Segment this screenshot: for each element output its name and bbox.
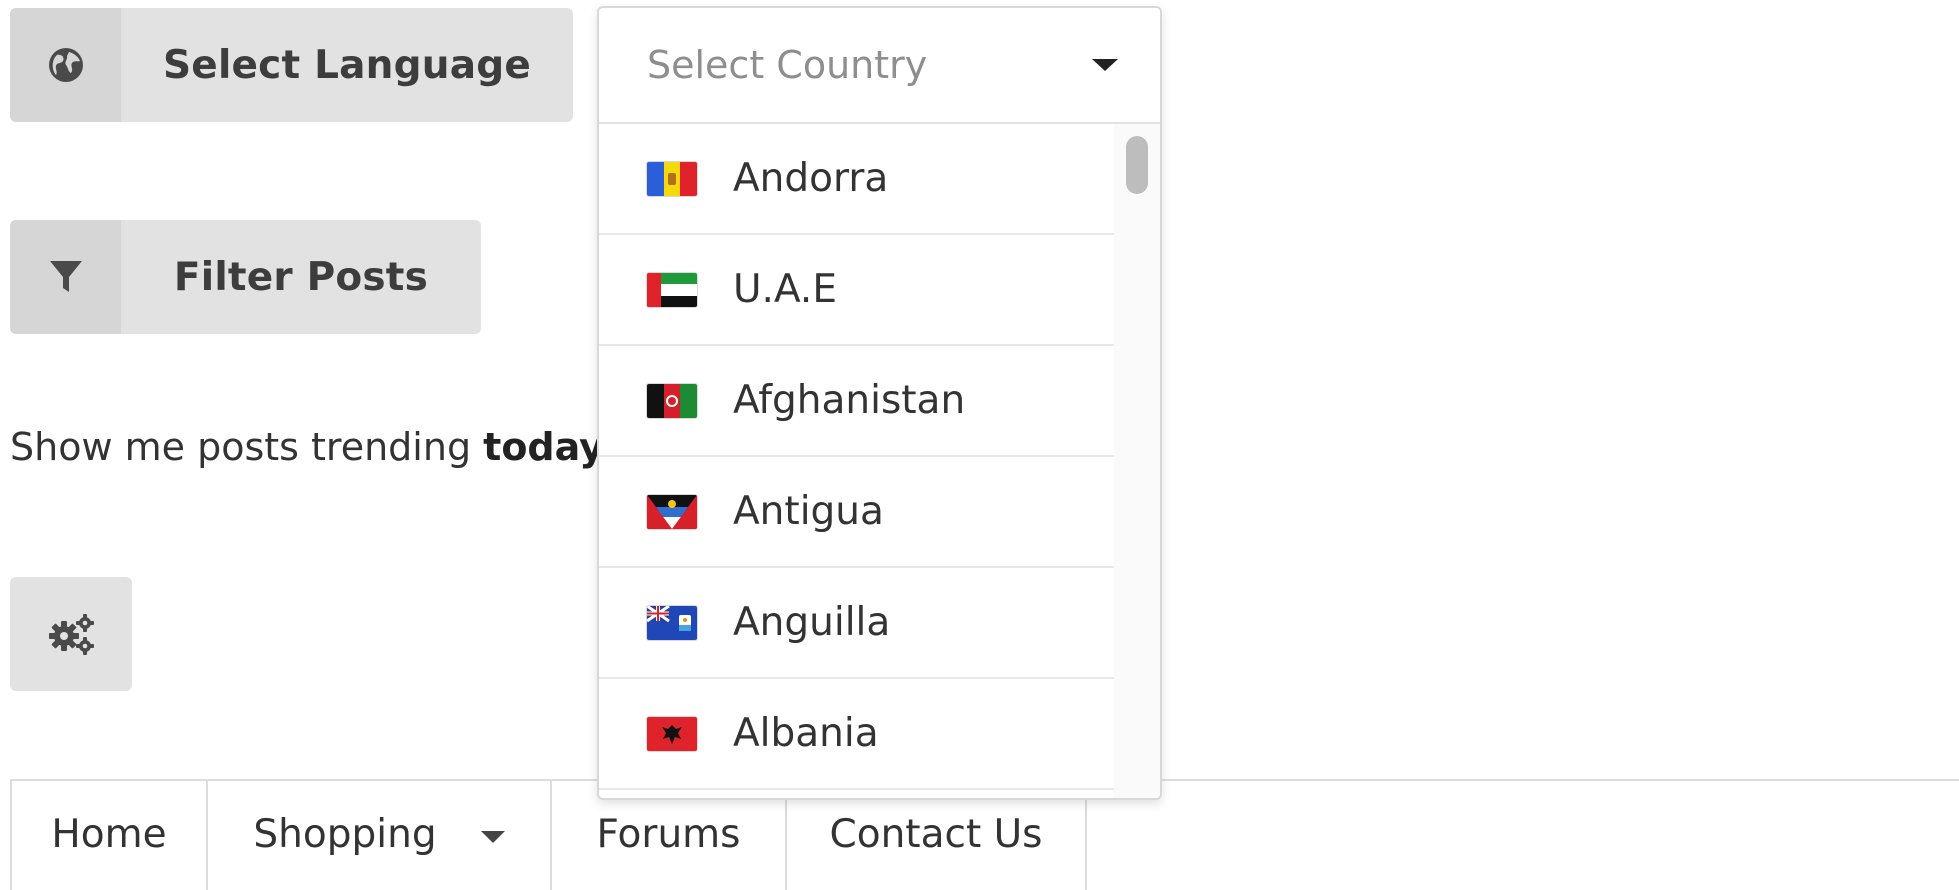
filter-posts-label: Filter Posts — [173, 254, 429, 300]
country-option-uae[interactable]: U.A.E — [599, 235, 1114, 346]
andorra-flag-icon — [647, 161, 697, 196]
albania-flag-icon — [647, 716, 697, 751]
globe-icon-cell — [10, 8, 121, 122]
select-language-label: Select Language — [163, 42, 531, 88]
country-select-dropdown: Select Country Andorra U.A.E Afghanistan… — [597, 6, 1162, 800]
nav-item-home[interactable]: Home — [12, 779, 208, 890]
uae-flag-icon — [647, 272, 697, 307]
nav-item-shopping[interactable]: Shopping — [208, 779, 552, 890]
nav-forums-label: Forums — [596, 812, 741, 857]
filter-posts-button[interactable]: Filter Posts — [10, 220, 481, 334]
country-name: Andorra — [733, 156, 889, 201]
trending-prefix: Show me posts trending — [10, 425, 484, 469]
antigua-flag-icon — [647, 494, 697, 529]
trending-text: Show me posts trending today — [10, 425, 604, 469]
nav-shopping-label: Shopping — [253, 812, 437, 857]
country-name: Afghanistan — [733, 378, 966, 423]
chevron-down-icon — [480, 830, 505, 843]
country-option-anguilla[interactable]: Anguilla — [599, 568, 1114, 679]
dropdown-scrollbar[interactable] — [1114, 124, 1160, 798]
country-name: Albania — [733, 711, 879, 756]
country-options-list: Andorra U.A.E Afghanistan Antigua Anguil… — [599, 124, 1116, 798]
gears-icon — [49, 614, 94, 655]
trending-period[interactable]: today — [483, 425, 604, 469]
country-select[interactable]: Select Country — [599, 8, 1160, 124]
country-option-antigua[interactable]: Antigua — [599, 457, 1114, 568]
country-name: Antigua — [733, 489, 884, 534]
country-select-placeholder: Select Country — [647, 43, 928, 87]
country-option-afghanistan[interactable]: Afghanistan — [599, 346, 1114, 457]
nav-home-label: Home — [51, 812, 167, 857]
scrollbar-thumb[interactable] — [1126, 136, 1148, 194]
settings-button[interactable] — [10, 577, 132, 691]
country-name: U.A.E — [733, 267, 837, 312]
nav-contact-label: Contact Us — [829, 812, 1043, 857]
country-option-albania[interactable]: Albania — [599, 679, 1114, 790]
select-language-button[interactable]: Select Language — [10, 8, 573, 122]
filter-icon — [49, 261, 82, 292]
country-name: Anguilla — [733, 600, 891, 645]
globe-icon — [48, 48, 83, 82]
afghanistan-flag-icon — [647, 383, 697, 418]
caret-down-icon — [1092, 59, 1118, 71]
filter-icon-cell — [10, 220, 121, 334]
anguilla-flag-icon — [647, 605, 697, 640]
country-option-andorra[interactable]: Andorra — [599, 124, 1114, 235]
page: Select Language Filter Posts Show me pos… — [0, 0, 1959, 890]
